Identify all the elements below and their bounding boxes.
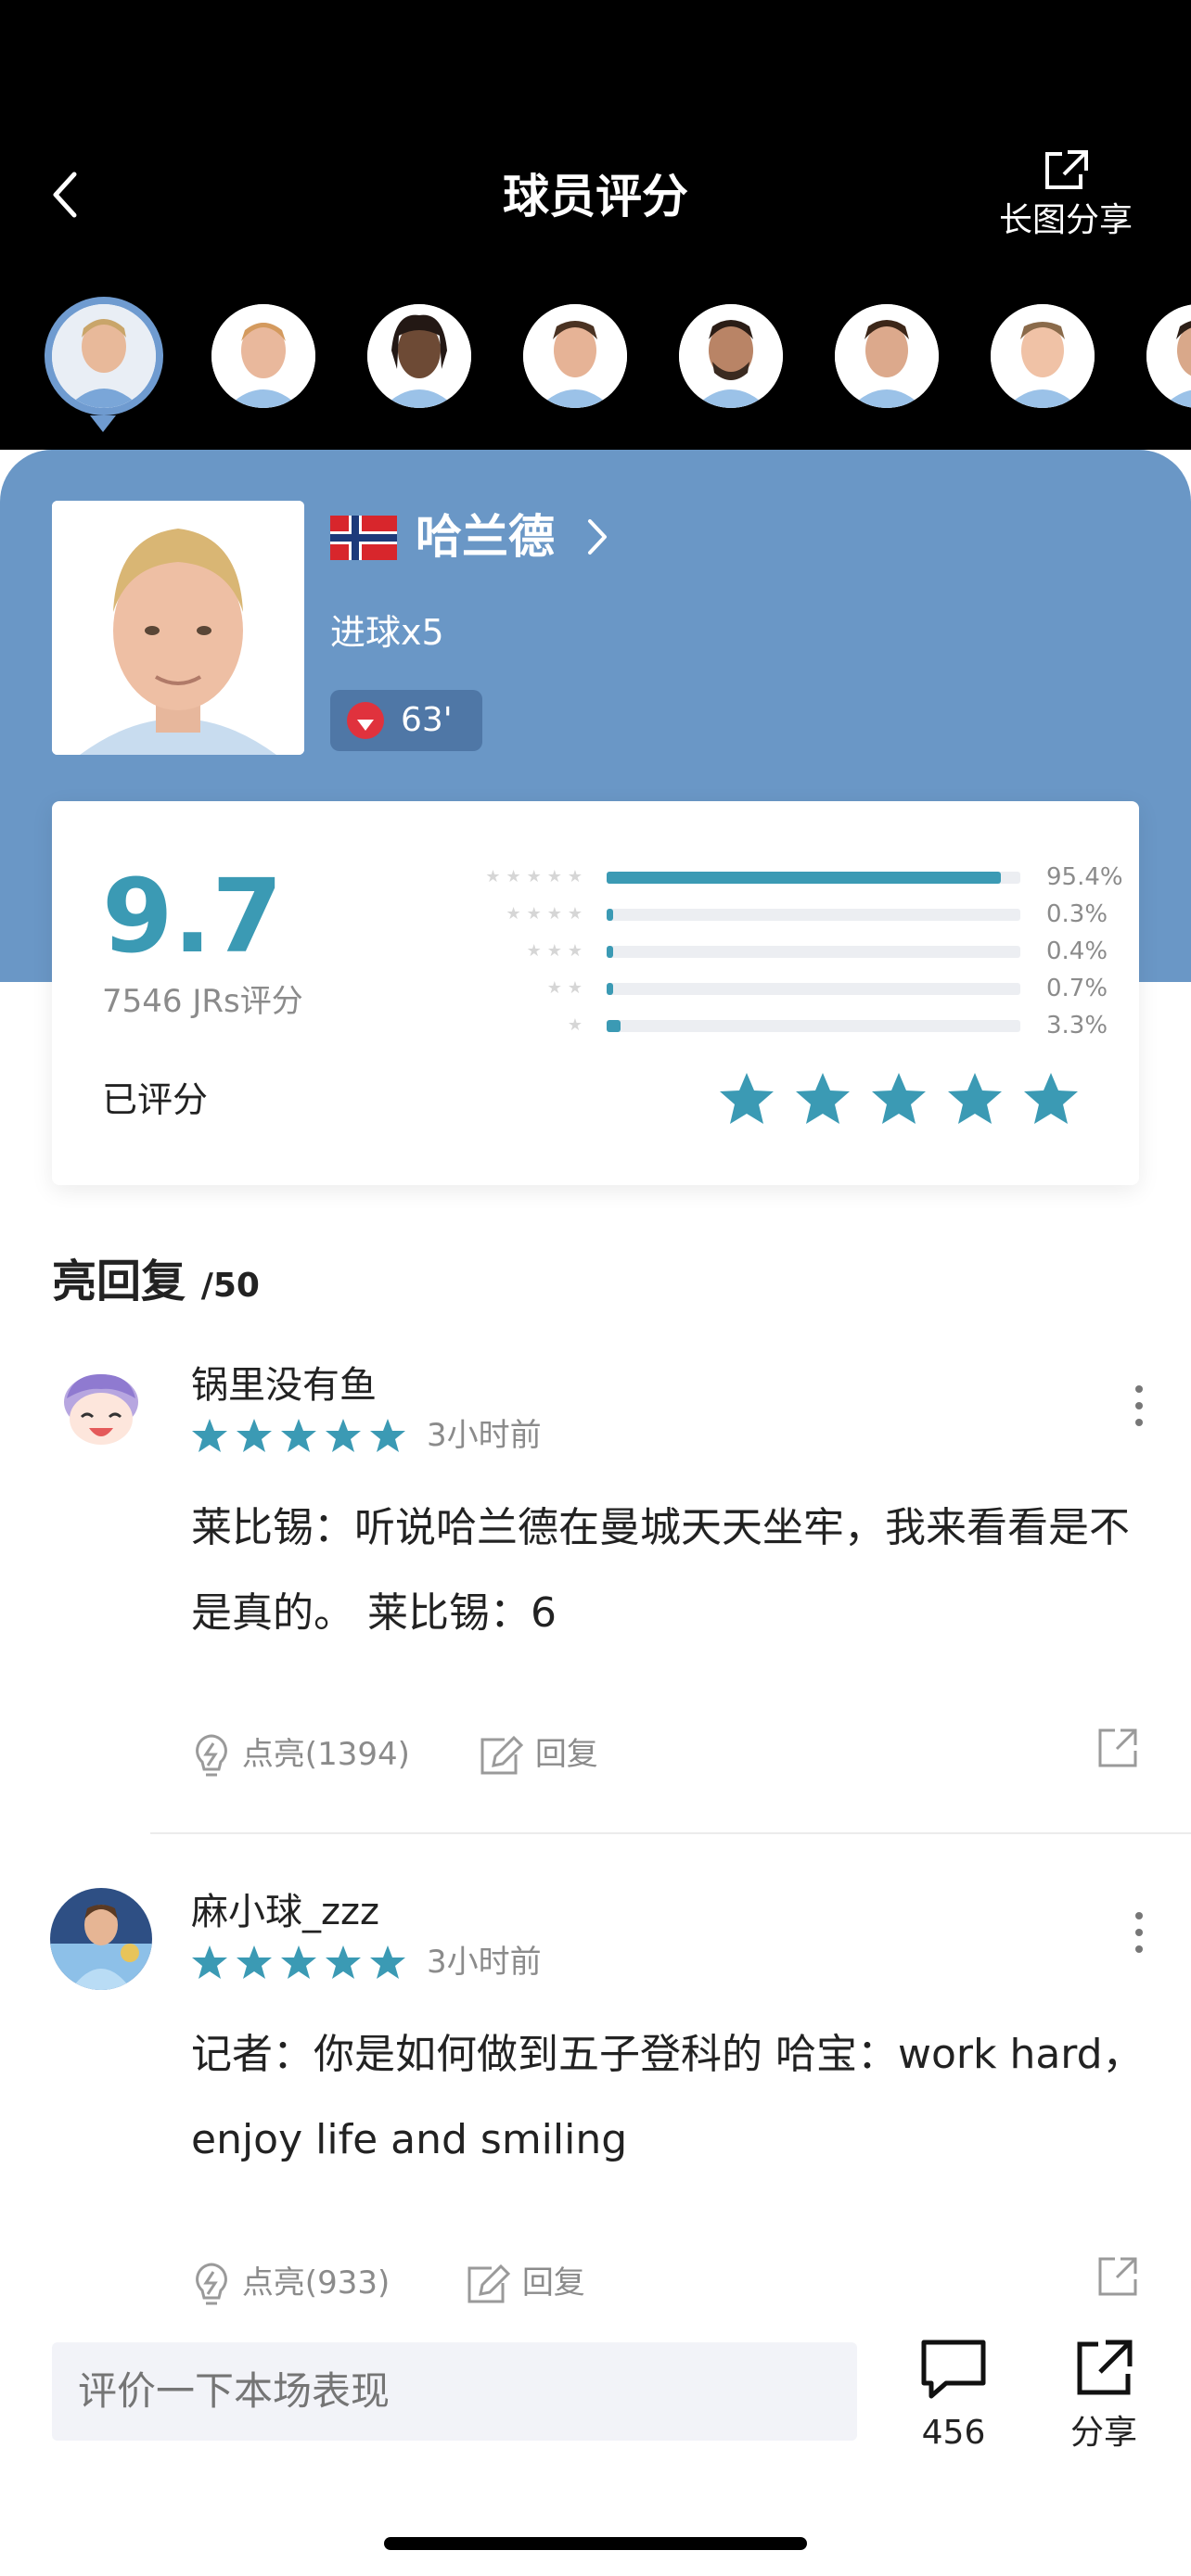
one-star-icon: ★ [567, 1015, 588, 1035]
comment-share-icon[interactable] [1096, 2255, 1139, 2298]
player-avatar[interactable] [367, 304, 471, 408]
external-share-icon [1077, 2340, 1133, 2395]
rating-percent: 0.7% [1046, 975, 1108, 1002]
sub-off-icon [347, 702, 384, 739]
vote-count: 7546 JRs评分 [102, 983, 303, 1020]
rating-bar-track [607, 946, 1020, 958]
comment-rating-stars [192, 1419, 405, 1452]
star-icon [720, 1073, 774, 1124]
review-input[interactable] [52, 2342, 857, 2441]
substitution-badge: 63' [330, 690, 482, 751]
player-avatar[interactable] [523, 304, 627, 408]
rating-bar-track [607, 983, 1020, 995]
player-avatar[interactable] [211, 304, 315, 408]
comment-item: 锅里没有鱼 3小时前 莱比锡：听说哈兰德在曼城天天坐牢，我来看看是不是真的。 莱… [0, 1361, 1191, 1825]
rated-label: 已评分 [102, 1079, 209, 1120]
long-image-share-label: 长图分享 [998, 201, 1133, 239]
star-icon [796, 1073, 850, 1124]
comment-divider [150, 1832, 1191, 1834]
user-avatar[interactable] [50, 1361, 152, 1463]
reply-button[interactable]: 回复 [477, 1727, 598, 1782]
player-photo [52, 501, 304, 755]
lightbulb-icon [196, 2262, 227, 2304]
four-star-icon: ★★★★ [506, 904, 588, 924]
rating-row-2: ★★ 0.7% [423, 970, 1109, 1007]
star-icon [872, 1073, 926, 1124]
rating-percent: 3.3% [1046, 1012, 1108, 1039]
player-avatar-selected[interactable] [52, 304, 156, 408]
reply-label: 回复 [521, 2264, 585, 2302]
rating-bar-fill [607, 983, 613, 995]
like-count: 点亮(933) [241, 2264, 391, 2302]
comment-time: 3小时前 [427, 1944, 542, 1981]
player-avatar[interactable] [991, 304, 1095, 408]
edit-reply-icon [480, 1735, 524, 1774]
replies-title-text: 亮回复 [52, 1256, 186, 1307]
like-count: 点亮(1394) [241, 1736, 410, 1773]
replies-count: /50 [200, 1267, 260, 1305]
rating-bar-track [607, 1020, 1020, 1032]
home-indicator [384, 2537, 807, 2550]
highlight-replies-title: 亮回复 /50 [52, 1252, 260, 1316]
three-star-icon: ★★★ [526, 941, 588, 961]
rating-row-5: ★★★★★ 95.4% [423, 859, 1122, 896]
rating-bar-track [607, 872, 1020, 884]
player-name[interactable]: 哈兰德 [416, 504, 555, 569]
comment-rating-stars [192, 1945, 405, 1979]
like-button[interactable]: 点亮(933) [191, 2255, 390, 2311]
rating-percent: 95.4% [1046, 863, 1123, 891]
rating-row-1: ★ 3.3% [423, 1007, 1109, 1044]
player-selector[interactable] [0, 297, 1191, 436]
comment-text: 莱比锡：听说哈兰德在曼城天天坐牢，我来看看是不是真的。 莱比锡：6 [191, 1504, 1130, 1637]
player-avatar[interactable] [679, 304, 783, 408]
rating-bar-fill [607, 872, 1002, 884]
more-vertical-icon[interactable] [1133, 1908, 1145, 1957]
star-icon [948, 1073, 1002, 1124]
two-star-icon: ★★ [546, 978, 588, 998]
player-stat: 进球x5 [330, 612, 444, 653]
comments-button[interactable]: 456 [907, 2337, 1000, 2457]
comment-item: 麻小球_zzz 3小时前 记者：你是如何做到五子登科的 哈宝：work hard… [0, 1888, 1191, 2315]
rating-bar-fill [607, 1020, 621, 1032]
rating-bar-fill [607, 946, 613, 958]
user-avatar[interactable] [50, 1888, 152, 1990]
sub-minute: 63' [401, 701, 453, 739]
comment-time: 3小时前 [427, 1417, 542, 1454]
rating-row-4: ★★★★ 0.3% [423, 896, 1109, 933]
like-button[interactable]: 点亮(1394) [191, 1727, 410, 1782]
comment-bubble-icon [921, 2340, 986, 2399]
selected-pointer [90, 415, 116, 432]
external-share-icon [1045, 150, 1088, 189]
norway-flag-icon [330, 516, 397, 560]
comment-share-icon[interactable] [1096, 1727, 1139, 1769]
player-avatar[interactable] [835, 304, 939, 408]
comment-username[interactable]: 麻小球_zzz [191, 1888, 379, 1936]
five-star-icon: ★★★★★ [485, 867, 588, 886]
more-vertical-icon[interactable] [1133, 1382, 1145, 1430]
chevron-right-icon[interactable] [584, 516, 610, 558]
share-button[interactable]: 分享 [1057, 2337, 1150, 2457]
reply-label: 回复 [534, 1736, 598, 1773]
lightbulb-icon [196, 1733, 227, 1776]
edit-reply-icon [467, 2264, 511, 2302]
rating-card: 9.7 7546 JRs评分 ★★★★★ 95.4% ★★★★ 0.3% ★★★… [52, 801, 1139, 1185]
average-score: 9.7 [102, 857, 283, 976]
comment-count: 456 [921, 2414, 986, 2452]
reply-button[interactable]: 回复 [464, 2255, 585, 2311]
comment-username[interactable]: 锅里没有鱼 [191, 1361, 377, 1409]
rating-row-3: ★★★ 0.4% [423, 933, 1109, 970]
rating-bar-track [607, 909, 1020, 921]
star-icon [1024, 1073, 1078, 1124]
share-label: 分享 [1069, 2414, 1137, 2452]
rating-percent: 0.4% [1046, 937, 1108, 965]
long-image-share-button[interactable]: 长图分享 [987, 148, 1145, 241]
player-avatar[interactable] [1146, 304, 1191, 408]
my-rating-stars[interactable] [720, 1070, 1087, 1131]
rating-percent: 0.3% [1046, 900, 1108, 928]
rating-bar-fill [607, 909, 613, 921]
comment-text: 记者：你是如何做到五子登科的 哈宝：work hard，enjoy life a… [191, 2031, 1144, 2163]
